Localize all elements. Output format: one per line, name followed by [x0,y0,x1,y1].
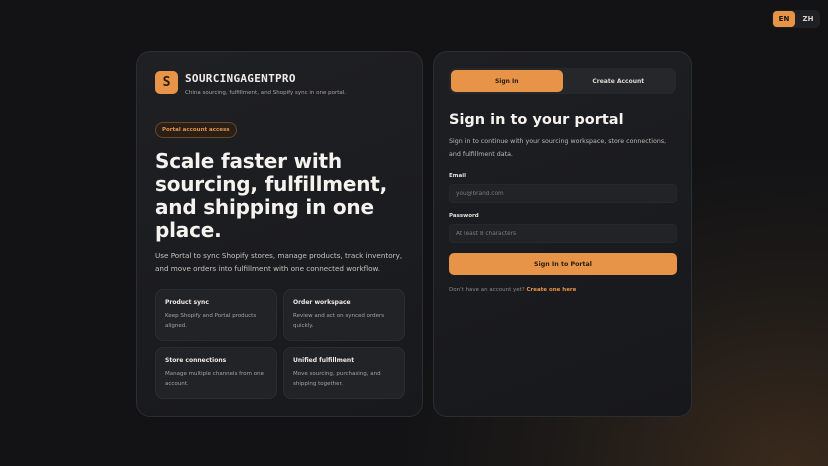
form-title: Sign in to your portal [449,112,624,128]
tab-sign-in[interactable]: Sign In [451,70,563,92]
feature-title: Store connections [165,357,227,364]
feature-card-store-connections: Store connections Manage multiple channe… [155,347,277,399]
sign-in-button[interactable]: Sign In to Portal [449,253,677,275]
language-switcher: EN ZH [772,10,820,28]
portal-access-badge: Portal account access [155,122,237,138]
brand-header: S SOURCINGAGENTPRO China sourcing, fulfi… [155,71,404,96]
feature-title: Order workspace [293,299,351,306]
password-field[interactable] [449,224,677,243]
feature-grid: Product sync Keep Shopify and Portal pro… [155,289,405,399]
brand-tagline: China sourcing, fulfillment, and Shopify… [185,90,347,96]
feature-card-order-workspace: Order workspace Review and act on synced… [283,289,405,341]
brand-name: SOURCINGAGENTPRO [185,72,296,85]
language-zh-button[interactable]: ZH [797,11,819,27]
tab-create-account[interactable]: Create Account [563,70,675,92]
create-account-prompt-text: Don't have an account yet? [449,287,525,293]
create-account-prompt: Don't have an account yet? Create one he… [449,287,676,293]
hero-description: Use Portal to sync Shopify stores, manag… [155,251,403,273]
feature-description: Move sourcing, purchasing, and shipping … [293,371,381,387]
feature-title: Unified fulfillment [293,357,355,364]
create-account-link[interactable]: Create one here [526,287,576,293]
form-subtitle: Sign in to continue with your sourcing w… [449,138,667,158]
password-label: Password [449,213,479,219]
brand-logo: S [155,71,178,94]
feature-description: Manage multiple channels from one accoun… [165,371,264,387]
feature-description: Review and act on synced orders quickly. [293,313,385,329]
auth-panel: Sign In Create Account Sign in to your p… [433,51,692,417]
email-field[interactable] [449,184,677,203]
hero-title: Scale faster with sourcing, fulfillment,… [155,149,388,242]
marketing-panel: S SOURCINGAGENTPRO China sourcing, fulfi… [136,51,423,417]
feature-card-product-sync: Product sync Keep Shopify and Portal pro… [155,289,277,341]
language-en-button[interactable]: EN [773,11,795,27]
feature-description: Keep Shopify and Portal products aligned… [165,313,257,329]
email-label: Email [449,173,466,179]
feature-card-unified-fulfillment: Unified fulfillment Move sourcing, purch… [283,347,405,399]
auth-tabs: Sign In Create Account [449,68,676,94]
feature-title: Product sync [165,299,209,306]
